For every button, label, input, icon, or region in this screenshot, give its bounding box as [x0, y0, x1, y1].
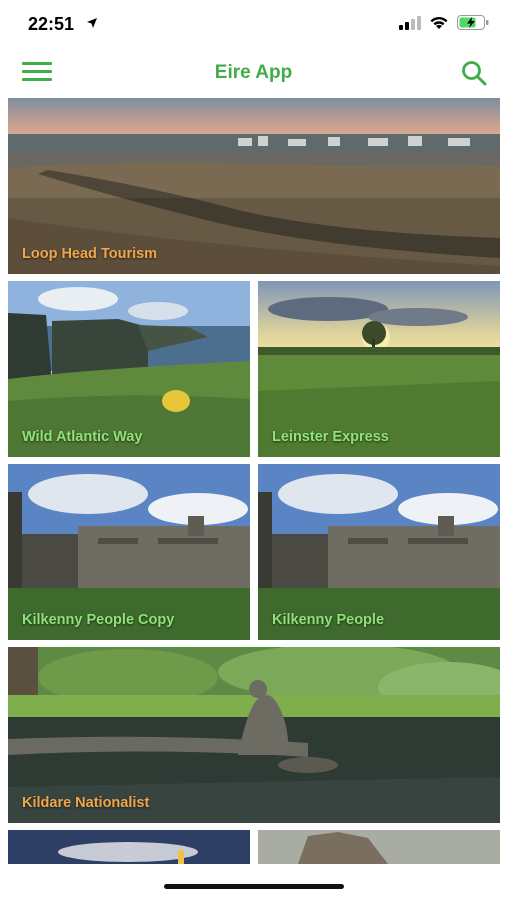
tile-label: Kilkenny People: [272, 612, 385, 628]
search-icon[interactable]: [461, 60, 487, 86]
tile-partial-right[interactable]: [258, 830, 500, 864]
tile-label: Leinster Express: [272, 429, 389, 445]
tile-leinster-express[interactable]: Leinster Express: [258, 281, 500, 457]
tile-wild-atlantic-way[interactable]: Wild Atlantic Way: [8, 281, 250, 457]
tile-label: Kildare Nationalist: [22, 795, 150, 811]
tile-label: Loop Head Tourism: [22, 246, 158, 262]
location-arrow-icon: [87, 18, 97, 28]
tile-kildare-nationalist[interactable]: Kildare Nationalist: [8, 647, 500, 823]
page-title: Eire App: [214, 62, 293, 83]
tile-loop-head-tourism[interactable]: Loop Head Tourism: [8, 98, 500, 274]
home-indicator[interactable]: [164, 884, 344, 889]
status-bar: 22:51: [0, 0, 507, 48]
status-icons: [399, 15, 489, 30]
status-time: 22:51: [28, 14, 75, 34]
app-header: Eire App: [0, 48, 507, 98]
tile-kilkenny-people[interactable]: Kilkenny People: [258, 464, 500, 640]
tile-label: Wild Atlantic Way: [22, 429, 143, 445]
battery-charging-icon: [457, 15, 489, 30]
tile-label: Kilkenny People Copy: [22, 612, 175, 628]
signal-icon: [399, 15, 421, 30]
wifi-icon: [430, 16, 448, 29]
partial-image: [258, 830, 500, 864]
tile-partial-left[interactable]: [8, 830, 250, 864]
tile-kilkenny-people-copy[interactable]: Kilkenny People Copy: [8, 464, 250, 640]
partial-image: [8, 830, 250, 864]
